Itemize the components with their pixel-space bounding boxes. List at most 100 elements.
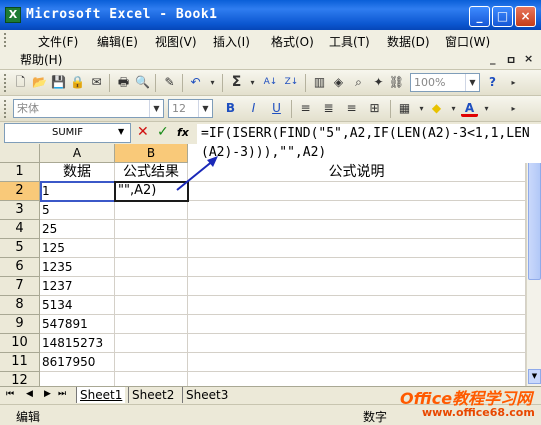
- cell-a8[interactable]: 5134: [40, 296, 115, 315]
- align-right-icon[interactable]: ≡: [343, 100, 360, 117]
- cell-c2[interactable]: [188, 182, 526, 201]
- font-size-select[interactable]: 12 ▼: [168, 99, 213, 118]
- format-painter-icon[interactable]: ✎: [161, 74, 178, 91]
- row-header-1[interactable]: 1: [0, 163, 40, 182]
- cancel-icon[interactable]: ✕: [137, 124, 149, 140]
- close-button[interactable]: ×: [515, 6, 536, 27]
- font-select[interactable]: 宋体 ▼: [13, 99, 164, 118]
- cell-a3[interactable]: 5: [40, 201, 115, 220]
- row-header-4[interactable]: 4: [0, 220, 40, 239]
- menu-format[interactable]: 格式(O): [271, 33, 314, 50]
- row-header-6[interactable]: 6: [0, 258, 40, 277]
- menu-insert[interactable]: 插入(I): [213, 33, 250, 50]
- print-icon[interactable]: 🖶: [115, 74, 132, 91]
- cell-a11[interactable]: 8617950: [40, 353, 115, 372]
- permission-icon[interactable]: 🔒: [69, 74, 86, 91]
- menu-data[interactable]: 数据(D): [387, 33, 430, 50]
- tab-sheet1[interactable]: Sheet1: [76, 387, 126, 403]
- cell-c11[interactable]: [188, 353, 526, 372]
- menu-view[interactable]: 视图(V): [155, 33, 197, 50]
- cell-c1[interactable]: 公式说明: [188, 163, 526, 182]
- borders-icon[interactable]: ▦: [396, 100, 413, 117]
- align-left-icon[interactable]: ≡: [297, 100, 314, 117]
- doc-minimize-button[interactable]: _: [490, 52, 496, 65]
- cell-b10[interactable]: [115, 334, 188, 353]
- scrollbar-thumb[interactable]: [528, 160, 541, 280]
- zoom-select[interactable]: 100% ▼: [410, 73, 480, 92]
- vertical-scrollbar[interactable]: ▲ ▼: [526, 144, 541, 386]
- cell-a6[interactable]: 1235: [40, 258, 115, 277]
- enter-icon[interactable]: ✓: [157, 124, 169, 140]
- cell-b1[interactable]: 公式结果: [115, 163, 188, 182]
- mail-icon[interactable]: ✉: [88, 74, 105, 91]
- cell-a5[interactable]: 125: [40, 239, 115, 258]
- bold-button[interactable]: B: [222, 100, 239, 117]
- map-icon[interactable]: ✦: [370, 74, 387, 91]
- print-preview-icon[interactable]: 🔍: [134, 74, 151, 91]
- cell-b7[interactable]: [115, 277, 188, 296]
- column-header-b[interactable]: B: [115, 144, 188, 163]
- underline-button[interactable]: U: [268, 100, 285, 117]
- open-icon[interactable]: 📂: [31, 74, 48, 91]
- row-header-12[interactable]: 12: [0, 372, 40, 386]
- cell-c8[interactable]: [188, 296, 526, 315]
- merge-center-icon[interactable]: ⊞: [366, 100, 383, 117]
- column-header-a[interactable]: A: [40, 144, 115, 163]
- cell-a7[interactable]: 1237: [40, 277, 115, 296]
- font-color-icon[interactable]: A: [461, 100, 478, 117]
- cell-c10[interactable]: [188, 334, 526, 353]
- undo-dropdown-icon[interactable]: ▾: [204, 74, 221, 91]
- doc-restore-button[interactable]: ㅁ: [506, 52, 516, 68]
- prev-sheet-icon[interactable]: ◀: [26, 389, 33, 399]
- save-icon[interactable]: 💾: [50, 74, 67, 91]
- cell-c9[interactable]: [188, 315, 526, 334]
- cell-c6[interactable]: [188, 258, 526, 277]
- row-header-7[interactable]: 7: [0, 277, 40, 296]
- minimize-button[interactable]: _: [469, 6, 490, 27]
- italic-button[interactable]: I: [245, 100, 262, 117]
- row-header-3[interactable]: 3: [0, 201, 40, 220]
- toolbar-options-icon[interactable]: ▸: [505, 74, 522, 91]
- cell-b11[interactable]: [115, 353, 188, 372]
- menu-file[interactable]: 文件(F): [38, 33, 78, 50]
- sort-ascending-icon[interactable]: A↓: [262, 74, 279, 91]
- new-icon[interactable]: 🗋: [12, 74, 29, 91]
- tab-sheet2[interactable]: Sheet2: [128, 387, 177, 403]
- next-sheet-icon[interactable]: ▶: [44, 389, 51, 399]
- sort-descending-icon[interactable]: Z↓: [283, 74, 300, 91]
- cell-b5[interactable]: [115, 239, 188, 258]
- tab-sheet3[interactable]: Sheet3: [182, 387, 231, 403]
- fill-color-dropdown-icon[interactable]: ▾: [445, 100, 462, 117]
- cell-c5[interactable]: [188, 239, 526, 258]
- drawing-icon[interactable]: ◈: [330, 74, 347, 91]
- last-sheet-icon[interactable]: ⏭: [58, 389, 66, 399]
- row-header-8[interactable]: 8: [0, 296, 40, 315]
- align-center-icon[interactable]: ≣: [320, 100, 337, 117]
- autosum-icon[interactable]: Σ: [228, 74, 245, 91]
- cell-a12[interactable]: [40, 372, 115, 386]
- row-header-10[interactable]: 10: [0, 334, 40, 353]
- doc-close-button[interactable]: ×: [524, 52, 533, 65]
- cell-b12[interactable]: [115, 372, 188, 386]
- cell-a1[interactable]: 数据: [40, 163, 115, 182]
- undo-icon[interactable]: ↶: [187, 74, 204, 91]
- chevron-down-icon[interactable]: ▼: [118, 127, 124, 136]
- help-icon[interactable]: ?: [484, 74, 501, 91]
- cell-b8[interactable]: [115, 296, 188, 315]
- formula-input[interactable]: =IF(ISERR(FIND("5",A2,IF(LEN(A2)-3<1,1,L…: [197, 124, 541, 163]
- cell-b3[interactable]: [115, 201, 188, 220]
- name-box[interactable]: SUMIF: [4, 123, 131, 143]
- cell-b9[interactable]: [115, 315, 188, 334]
- cell-b4[interactable]: [115, 220, 188, 239]
- row-header-2[interactable]: 2: [0, 182, 40, 201]
- scroll-down-icon[interactable]: ▼: [528, 369, 541, 384]
- fill-color-icon[interactable]: ◆: [428, 100, 445, 117]
- menu-edit[interactable]: 编辑(E): [97, 33, 138, 50]
- row-header-5[interactable]: 5: [0, 239, 40, 258]
- cell-b6[interactable]: [115, 258, 188, 277]
- autosum-dropdown-icon[interactable]: ▾: [244, 74, 261, 91]
- cell-c3[interactable]: [188, 201, 526, 220]
- cell-a10[interactable]: 14815273: [40, 334, 115, 353]
- font-color-dropdown-icon[interactable]: ▾: [478, 100, 495, 117]
- cell-a9[interactable]: 547891: [40, 315, 115, 334]
